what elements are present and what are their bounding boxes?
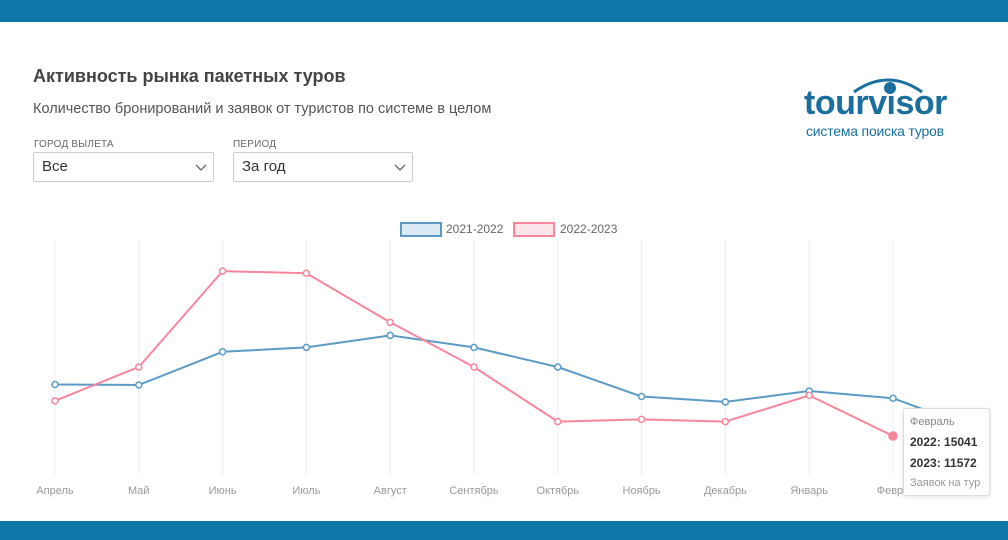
period-select-value: За год [242, 158, 286, 175]
data-point[interactable] [302, 269, 311, 278]
data-point[interactable] [470, 363, 478, 371]
x-tick-label: Декабрь [704, 485, 747, 497]
data-point[interactable] [386, 318, 394, 327]
logo-text: tourvisor [804, 84, 947, 122]
data-point[interactable] [805, 391, 813, 400]
chevron-down-icon [195, 164, 207, 171]
data-point[interactable] [470, 343, 478, 352]
logo-tagline: система поиска туров [806, 123, 944, 139]
page-subtitle: Количество бронирований и заявок от тури… [33, 101, 492, 117]
bottom-bar [0, 521, 1008, 540]
series-line-2021-2022 [54, 334, 978, 431]
data-point[interactable] [51, 397, 59, 405]
data-point[interactable] [889, 394, 897, 402]
period-label: ПЕРИОД [233, 139, 277, 150]
x-tick-label: Май [128, 485, 150, 497]
x-tick-label: Октябрь [536, 485, 579, 497]
data-point[interactable] [554, 363, 562, 371]
data-point[interactable] [637, 415, 646, 424]
data-point[interactable] [721, 398, 730, 406]
activity-chart: Апрель Май Июнь Июль Август Сентябрь Октябрь Но… [36, 222, 978, 497]
data-point[interactable] [135, 363, 143, 371]
data-point[interactable] [218, 267, 227, 275]
x-tick-label: Апрель [36, 485, 74, 497]
legend-swatch-2021-2022[interactable] [400, 222, 442, 237]
data-point[interactable] [135, 381, 143, 389]
data-point[interactable] [888, 431, 898, 441]
x-tick-label: Август [374, 485, 407, 497]
tooltip-value-2022: 2022: 15041 [910, 435, 978, 449]
data-point[interactable] [218, 348, 227, 356]
data-point[interactable] [386, 331, 394, 340]
x-tick-label: Сентябрь [449, 485, 499, 497]
tooltip-footer: Заявок на тур [910, 477, 981, 489]
period-select[interactable]: За год [233, 152, 413, 182]
page-title: Активность рынка пакетных туров [33, 66, 346, 86]
chevron-down-icon [394, 164, 406, 171]
chart-tooltip: Февраль 2022: 15041 2023: 11572 Заявок н… [903, 408, 990, 496]
x-tick-label: Ноябрь [623, 485, 661, 497]
x-tick-label: Июль [292, 485, 320, 497]
legend-label-2021-2022[interactable]: 2021-2022 [446, 222, 504, 236]
city-label: ГОРОД ВЫЛЕТА [34, 139, 114, 150]
city-select-value: Все [42, 158, 68, 175]
data-point[interactable] [637, 392, 646, 401]
legend-swatch-2022-2023[interactable] [513, 222, 555, 237]
data-point[interactable] [554, 417, 562, 426]
legend-label-2022-2023[interactable]: 2022-2023 [560, 222, 618, 236]
data-point[interactable] [51, 380, 59, 389]
x-tick-label: Январь [790, 485, 828, 497]
top-bar [0, 0, 1008, 22]
x-tick-label: Июнь [209, 485, 237, 497]
data-point[interactable] [721, 417, 730, 426]
tooltip-month: Февраль [910, 416, 955, 428]
tooltip-value-2023: 2023: 11572 [910, 456, 977, 470]
city-select[interactable]: Все [33, 152, 214, 182]
data-point[interactable] [302, 343, 311, 352]
